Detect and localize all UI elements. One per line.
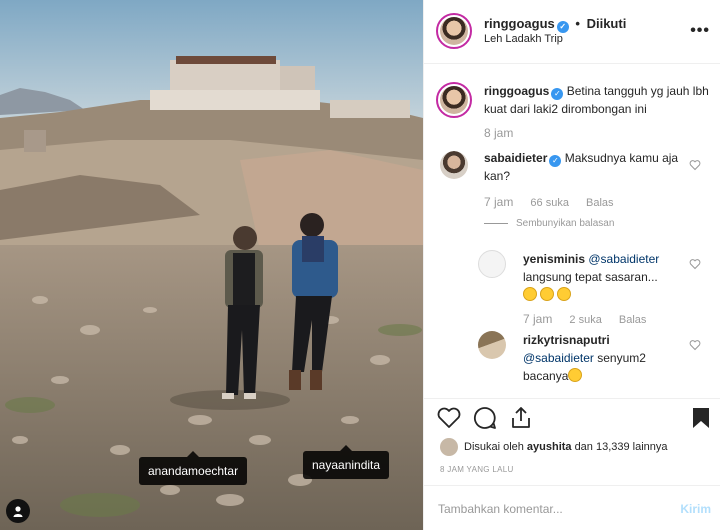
commenter-username[interactable]: rizkytrisnaputri — [523, 333, 610, 347]
reply-button[interactable]: Balas — [586, 197, 614, 209]
commenter-username[interactable]: sabaidieter — [484, 151, 547, 165]
verified-icon: ✓ — [549, 155, 562, 167]
comment-time[interactable]: 8 jam — [484, 126, 513, 140]
save-bookmark-icon[interactable] — [688, 405, 714, 431]
likes-prefix: Disukai oleh — [464, 441, 524, 453]
comment-icon[interactable] — [472, 405, 498, 431]
verified-icon: ✓ — [551, 88, 564, 100]
author-avatar[interactable] — [436, 13, 472, 49]
mention-link[interactable]: @sabaidieter — [523, 351, 594, 365]
smile-emoji — [557, 287, 571, 301]
comment-time[interactable]: 7 jam — [484, 195, 513, 209]
add-comment-bar: Kirim — [424, 485, 720, 530]
share-icon[interactable] — [508, 405, 534, 431]
commenter-username[interactable]: ringgoagus — [484, 84, 549, 98]
hide-replies-button[interactable]: Sembunyikan balasan — [484, 218, 614, 229]
like-comment-heart-icon[interactable] — [689, 159, 701, 171]
likes-summary[interactable]: Disukai oleh ayushita dan 13,339 lainnya — [440, 438, 668, 456]
separator-dot: • — [575, 16, 580, 31]
commenter-avatar[interactable] — [436, 82, 472, 118]
reply-button[interactable]: Balas — [619, 314, 647, 326]
more-options-icon[interactable]: ••• — [690, 22, 710, 40]
liker-avatar — [440, 438, 458, 456]
author-username[interactable]: ringgoagus — [484, 16, 555, 31]
follow-status[interactable]: Diikuti — [587, 16, 627, 31]
user-tags-button[interactable] — [6, 499, 30, 523]
action-bar — [424, 398, 720, 436]
comment-likes[interactable]: 2 suka — [569, 314, 601, 326]
person-icon — [13, 506, 23, 517]
post-details-panel: ringgoagus ✓ • Diikuti Leh Ladakh Trip ••… — [423, 0, 720, 530]
post-comment-button[interactable]: Kirim — [680, 502, 711, 516]
commenter-avatar[interactable] — [478, 250, 506, 278]
post-location[interactable]: Leh Ladakh Trip — [484, 33, 563, 45]
like-comment-heart-icon[interactable] — [689, 258, 701, 270]
comments-list[interactable]: ringgoagus ✓ Betina tangguh yg jauh lbh k… — [424, 65, 720, 395]
commenter-avatar[interactable] — [478, 331, 506, 359]
post-photo[interactable]: anandamoechtar nayaanindita — [0, 0, 423, 530]
photo-user-tag[interactable]: nayaanindita — [303, 445, 390, 479]
likes-count[interactable]: dan 13,339 lainnya — [575, 441, 668, 453]
mention-link[interactable]: @sabaidieter — [588, 252, 659, 266]
smile-emoji — [523, 287, 537, 301]
verified-icon: ✓ — [556, 21, 569, 33]
photo-user-tag[interactable]: anandamoechtar — [139, 451, 248, 485]
smile-emoji — [540, 287, 554, 301]
like-comment-heart-icon[interactable] — [689, 339, 701, 351]
like-heart-icon[interactable] — [436, 405, 462, 431]
liker-username[interactable]: ayushita — [527, 441, 572, 453]
commenter-avatar[interactable] — [440, 151, 468, 179]
post-timestamp[interactable]: 8 JAM YANG LALU — [440, 465, 514, 474]
commenter-username[interactable]: yenisminis — [523, 252, 585, 266]
post-header: ringgoagus ✓ • Diikuti Leh Ladakh Trip ••… — [424, 0, 720, 64]
smile-emoji — [568, 368, 583, 382]
comment-time[interactable]: 7 jam — [523, 312, 552, 326]
comment-input[interactable] — [438, 499, 658, 519]
comment-likes[interactable]: 66 suka — [530, 197, 569, 209]
comment-text: langsung tepat sasaran... — [523, 270, 658, 284]
